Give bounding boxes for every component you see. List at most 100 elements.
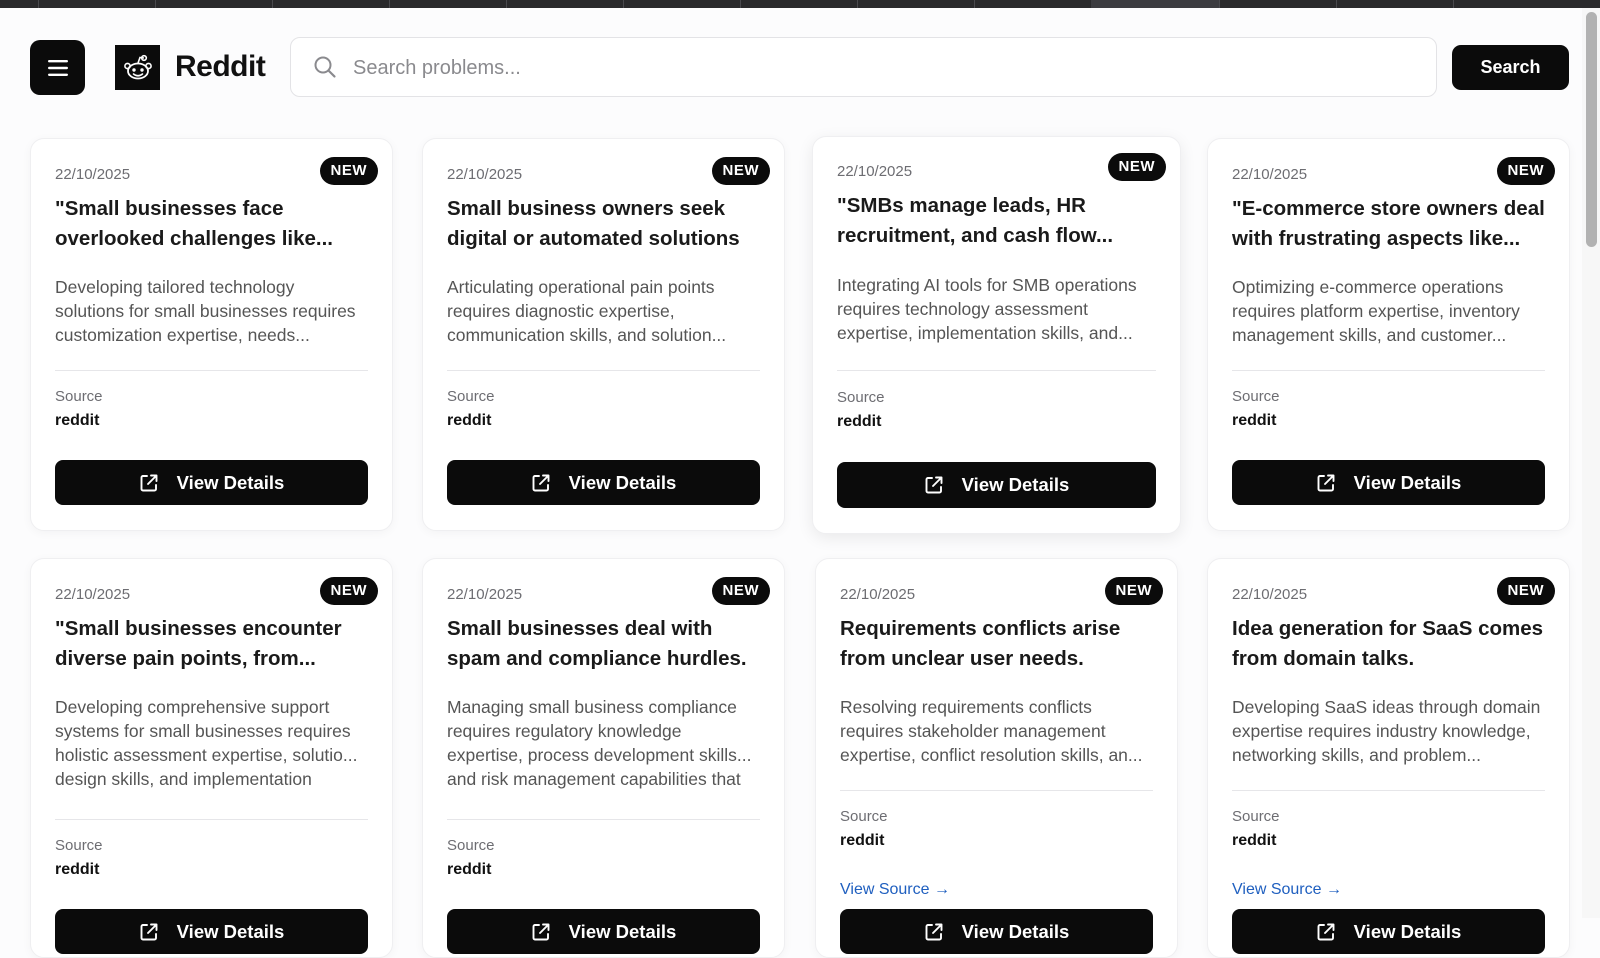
view-details-button[interactable]: View Details <box>837 462 1156 508</box>
card-divider <box>840 790 1153 791</box>
card-description: Developing tailored technology solutions… <box>55 277 356 345</box>
view-details-button[interactable]: View Details <box>55 909 368 954</box>
external-link-icon <box>925 476 943 494</box>
search-input[interactable] <box>351 50 1415 86</box>
card-title[interactable]: Small businesses deal with spam and comp… <box>447 614 760 674</box>
brand-name: Reddit <box>175 50 266 83</box>
card-description: Articulating operational pain points req… <box>447 277 727 345</box>
problem-card: 22/10/2025 NEW Idea generation for SaaS … <box>1207 558 1570 958</box>
new-badge: NEW <box>1107 153 1166 181</box>
external-link-icon <box>532 474 550 491</box>
new-badge: NEW <box>711 157 770 185</box>
card-title[interactable]: Requirements conflicts arise from unclea… <box>840 614 1153 674</box>
view-details-label: View Details <box>176 920 285 942</box>
view-details-button[interactable]: View Details <box>1232 460 1545 505</box>
source-value: reddit <box>1232 832 1277 849</box>
source-label: Source <box>447 837 495 854</box>
source-value: reddit <box>447 861 492 878</box>
card-title[interactable]: "Small businesses encounter diverse pain… <box>55 614 368 674</box>
card-description: Resolving requirements conflicts require… <box>840 697 1143 765</box>
scrollbar-thumb[interactable] <box>1586 12 1597 247</box>
card-date: 22/10/2025 <box>1232 166 1308 183</box>
external-link-icon <box>140 923 158 940</box>
source-label: Source <box>1232 808 1280 825</box>
view-details-button[interactable]: View Details <box>1232 909 1545 954</box>
search-button[interactable]: Search <box>1452 45 1569 90</box>
view-details-label: View Details <box>568 471 677 493</box>
view-details-label: View Details <box>1353 920 1462 942</box>
view-details-label: View Details <box>961 474 1070 495</box>
app-header: Reddit Search <box>0 8 1600 130</box>
view-details-label: View Details <box>1353 471 1462 493</box>
view-details-button[interactable]: View Details <box>55 460 368 505</box>
card-title[interactable]: "SMBs manage leads, HR recruitment, and … <box>837 191 1156 251</box>
problem-card: 22/10/2025 NEW "E-commerce store owners … <box>1207 138 1570 531</box>
card-title[interactable]: "E-commerce store owners deal with frust… <box>1232 194 1545 254</box>
view-details-label: View Details <box>568 920 677 942</box>
new-badge: NEW <box>1104 577 1163 605</box>
card-title[interactable]: Small business owners seek digital or au… <box>447 194 760 254</box>
external-link-icon <box>925 923 943 940</box>
card-divider <box>1232 370 1545 371</box>
view-details-button[interactable]: View Details <box>840 909 1153 954</box>
new-badge: NEW <box>319 577 378 605</box>
menu-button[interactable] <box>30 40 85 95</box>
problem-card-hovered: 22/10/2025 NEW "SMBs manage leads, HR re… <box>812 136 1181 534</box>
card-divider <box>837 370 1156 371</box>
source-label: Source <box>1232 388 1280 405</box>
card-date: 22/10/2025 <box>840 586 916 603</box>
card-description: Developing comprehensive support systems… <box>55 697 358 789</box>
browser-tab-strip <box>0 0 1600 8</box>
card-date: 22/10/2025 <box>55 166 131 183</box>
card-divider <box>1232 790 1545 791</box>
page-scrollbar[interactable] <box>1582 8 1600 918</box>
card-divider <box>55 819 368 820</box>
problem-card: 22/10/2025 NEW "Small businesses face ov… <box>30 138 393 531</box>
card-date: 22/10/2025 <box>447 166 523 183</box>
source-value: reddit <box>837 413 882 430</box>
source-label: Source <box>447 388 495 405</box>
reddit-logo <box>115 45 160 90</box>
view-details-label: View Details <box>961 920 1070 942</box>
new-badge: NEW <box>711 577 770 605</box>
source-value: reddit <box>447 412 492 429</box>
source-value: reddit <box>1232 412 1277 429</box>
source-label: Source <box>837 389 885 406</box>
source-label: Source <box>55 837 103 854</box>
search-box[interactable] <box>290 37 1437 97</box>
card-description: Developing SaaS ideas through domain exp… <box>1232 697 1541 765</box>
search-icon <box>314 56 336 78</box>
card-divider <box>55 370 368 371</box>
view-source-link[interactable]: View Source → <box>1232 881 1342 899</box>
view-details-button[interactable]: View Details <box>447 460 760 505</box>
card-description: Integrating AI tools for SMB operations … <box>837 275 1137 343</box>
source-value: reddit <box>55 861 100 878</box>
source-label: Source <box>840 808 888 825</box>
card-date: 22/10/2025 <box>1232 586 1308 603</box>
hamburger-icon <box>47 59 68 76</box>
problem-card: 22/10/2025 NEW Small businesses deal wit… <box>422 558 785 958</box>
card-divider <box>447 819 760 820</box>
new-badge: NEW <box>319 157 378 185</box>
card-title[interactable]: Idea generation for SaaS comes from doma… <box>1232 614 1545 674</box>
card-divider <box>447 370 760 371</box>
external-link-icon <box>1317 923 1335 940</box>
view-details-label: View Details <box>176 471 285 493</box>
card-date: 22/10/2025 <box>837 163 913 180</box>
problem-card: 22/10/2025 NEW Small business owners see… <box>422 138 785 531</box>
source-value: reddit <box>840 832 885 849</box>
view-details-button[interactable]: View Details <box>447 909 760 954</box>
new-badge: NEW <box>1496 577 1555 605</box>
source-value: reddit <box>55 412 100 429</box>
source-label: Source <box>55 388 103 405</box>
external-link-icon <box>1317 474 1335 491</box>
card-description: Optimizing e-commerce operations require… <box>1232 277 1520 345</box>
card-title[interactable]: "Small businesses face overlooked challe… <box>55 194 368 254</box>
external-link-icon <box>140 474 158 491</box>
problem-card: 22/10/2025 NEW "Small businesses encount… <box>30 558 393 958</box>
reddit-alien-icon <box>123 54 152 79</box>
view-source-link[interactable]: View Source → <box>840 881 950 899</box>
new-badge: NEW <box>1496 157 1555 185</box>
card-date: 22/10/2025 <box>55 586 131 603</box>
problem-card: 22/10/2025 NEW Requirements conflicts ar… <box>815 558 1178 958</box>
